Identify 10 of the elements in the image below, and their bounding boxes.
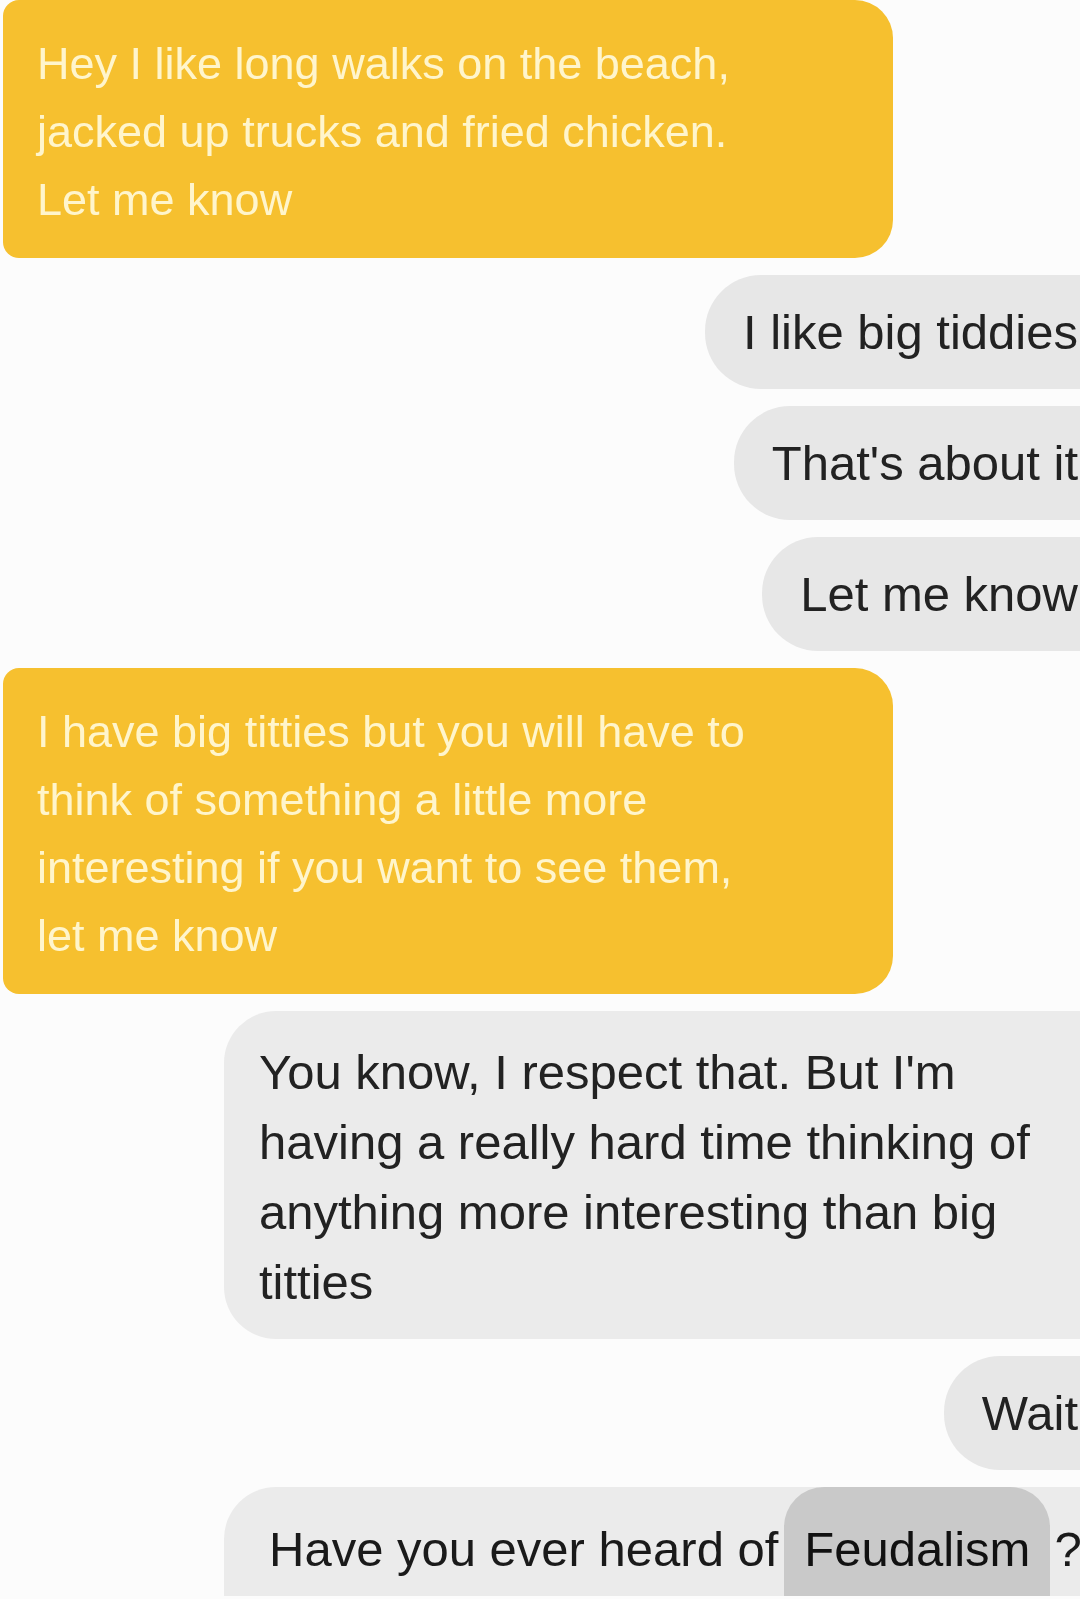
message-text: You know, I respect that. But I'm having a really hard time thinking of anything more interesting than big titties	[259, 1044, 1031, 1311]
message-text: ?	[1054, 1521, 1080, 1578]
message-text: I like big tiddies	[743, 304, 1078, 361]
message-text: Wait	[981, 1385, 1078, 1442]
message-text: I have big titties but you will have to think of something a little more interesting if you want to see them, let me know	[37, 705, 746, 963]
message-text: That's about it	[771, 435, 1078, 492]
message-text: Have you ever heard of	[269, 1521, 779, 1578]
message-text: Let me know	[800, 566, 1078, 623]
pasted-word-patch: Feudalism	[784, 1487, 1051, 1596]
message-text: Hey I like long walks on the beach, jacked up trucks and fried chicken. Let me know	[37, 37, 731, 227]
